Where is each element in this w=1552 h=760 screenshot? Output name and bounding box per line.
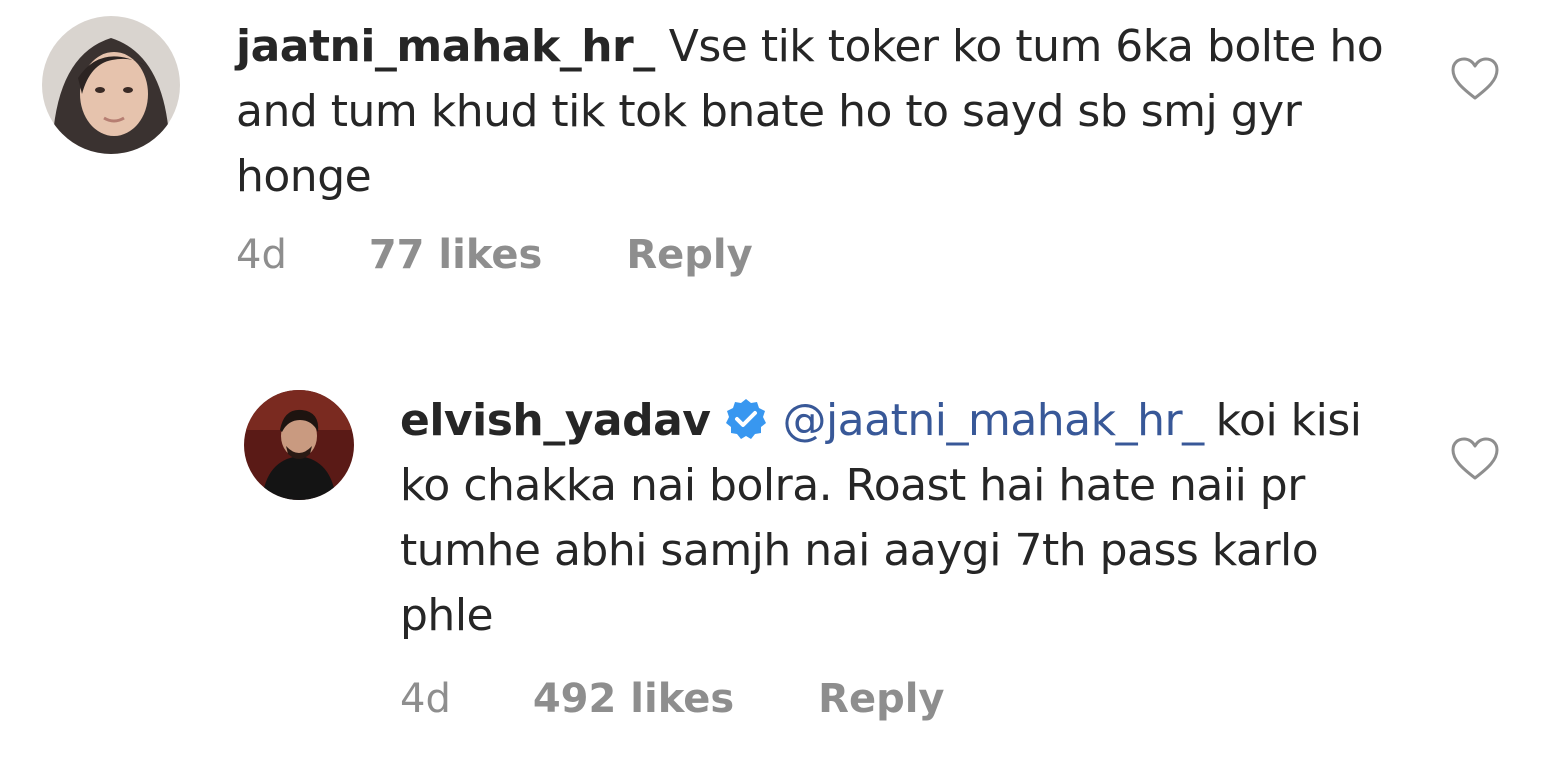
comment-text-block: jaatni_mahak_hr_ Vse tik toker ko tum 6ka… [236,14,1406,209]
avatar[interactable] [42,16,180,154]
reply-button[interactable]: Reply [818,676,944,722]
comment-time[interactable]: 4d [236,232,287,278]
heart-outline-icon[interactable] [1450,436,1500,482]
verified-badge-icon [726,399,767,439]
reply-button[interactable]: Reply [626,232,752,278]
comment-meta: 4d 77 likes Reply [236,232,753,278]
comment-meta: 4d 492 likes Reply [400,676,945,722]
comment-likes[interactable]: 77 likes [369,232,542,278]
avatar[interactable] [244,390,354,500]
comment-time[interactable]: 4d [400,676,451,722]
comment-text-block: elvish_yadav @jaatni_mahak_hr_ koi kisi k… [400,388,1410,648]
comment-username[interactable]: jaatni_mahak_hr_ [236,21,655,72]
avatar-photo [42,16,180,154]
comment-username[interactable]: elvish_yadav [400,395,711,446]
comment-likes[interactable]: 492 likes [533,676,734,722]
heart-outline-icon[interactable] [1450,56,1500,102]
mention-link[interactable]: @jaatni_mahak_hr_ [782,395,1204,446]
avatar-photo [244,390,354,500]
